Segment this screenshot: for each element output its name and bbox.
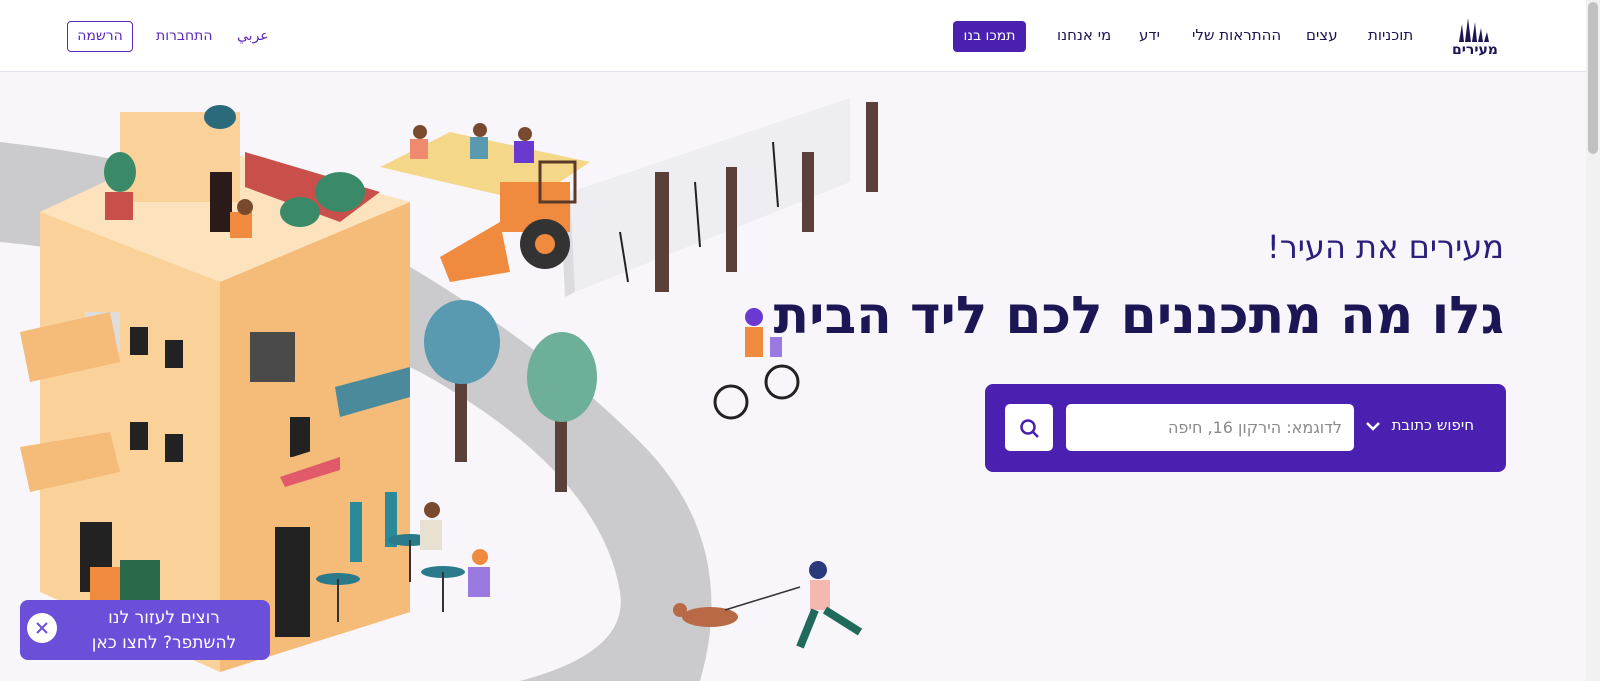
nav-trees[interactable]: עצים [1306,26,1338,44]
logo-text: מעירים [1452,42,1498,58]
nav-plans[interactable]: תוכניות [1368,26,1413,44]
search-button[interactable] [1005,404,1053,451]
login-link[interactable]: התחברות [156,28,213,44]
address-search-panel: חיפוש כתובת [985,384,1506,472]
chevron-down-icon[interactable] [1365,420,1381,432]
feedback-popup[interactable]: רוצים לעזור לנו להשתפר? לחצו כאן [20,600,270,660]
hero-title: גלו מה מתכננים לכם ליד הבית [773,286,1504,346]
city-skyline-icon [1459,18,1489,42]
feedback-line-1: רוצים לעזור לנו [108,608,220,628]
nav-my-alerts[interactable]: ההתראות שלי [1192,26,1281,44]
top-navbar: מעירים תוכניות עצים ההתראות שלי ידע מי א… [0,0,1586,72]
search-icon [1020,419,1039,438]
nav-knowledge[interactable]: ידע [1139,26,1160,44]
page-scrollbar[interactable] [1586,0,1600,681]
close-button[interactable] [27,613,57,643]
feedback-line-2: להשתפר? לחצו כאן [91,633,237,653]
search-type-dropdown[interactable]: חיפוש כתובת [1392,416,1474,434]
arabic-language-link[interactable]: عربي [237,28,269,44]
hero-illustration [0,98,878,681]
register-button[interactable]: הרשמה [67,21,133,52]
support-us-button[interactable]: תמכו בנו [953,21,1026,52]
scrollbar-thumb[interactable] [1588,2,1598,154]
feedback-text[interactable]: רוצים לעזור לנו להשתפר? לחצו כאן [64,606,264,656]
close-icon [36,622,48,634]
address-search-input[interactable] [1066,404,1354,451]
hero-subtitle: מעירים את העיר! [1266,228,1504,266]
logo[interactable]: מעירים [1445,14,1505,60]
nav-about[interactable]: מי אנחנו [1057,26,1111,44]
